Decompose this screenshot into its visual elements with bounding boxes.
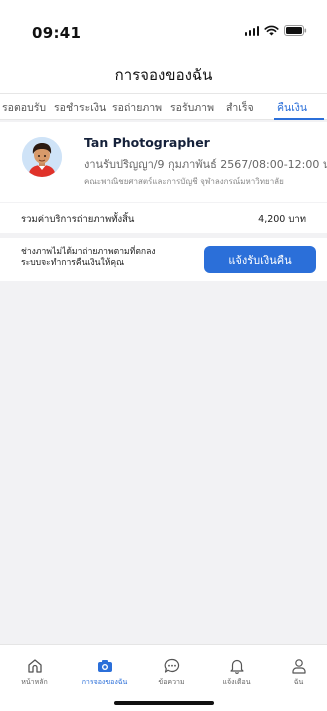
nav-home[interactable]: หน้าหลัก [2,645,67,688]
wifi-icon [264,25,279,36]
cellular-signal-icon [244,25,259,36]
system-icons [244,25,308,36]
refund-notice: ช่างภาพไม่ได้มาถ่ายภาพตามที่ตกลง ระบบจะท… [0,238,327,281]
photographer-avatar [22,137,62,177]
tab-awaiting-photos[interactable]: รอรับภาพ [170,99,214,116]
tab-refund[interactable]: คืนเงิน [277,99,307,116]
refund-message-line2: ระบบจะทำการคืนเงินให้คุณ [21,258,125,268]
booking-card[interactable]: Tan Photographer งานรับปริญญา/9 กุมภาพัน… [0,122,327,202]
tab-completed[interactable]: สำเร็จ [226,99,254,116]
home-icon [27,659,42,673]
screen: 09:41 การจองของฉัน รอตอบรับ รอชำระเงิน ร… [0,0,327,711]
user-icon [291,659,306,674]
nav-my-bookings[interactable]: การจองของฉัน [72,645,137,688]
nav-profile[interactable]: ฉัน [266,645,327,688]
active-tab-indicator [274,118,324,120]
bottom-nav: หน้าหลัก การจองของฉัน ข้อความ แจ้งเตือน … [0,644,327,711]
event-date: งานรับปริญญา/9 กุมภาพันธ์ 2567/08:00-12:… [84,158,327,171]
chat-icon [164,658,179,673]
refund-message: ช่างภาพไม่ได้มาถ่ายภาพตามที่ตกลง ระบบจะท… [21,247,156,269]
total-label: รวมค่าบริการถ่ายภาพทั้งสิ้น [21,214,135,225]
tab-awaiting-payment[interactable]: รอชำระเงิน [54,99,106,116]
nav-my-bookings-label: การจองของฉัน [81,678,128,686]
page-header: การจองของฉัน [0,52,327,93]
photographer-name: Tan Photographer [84,135,210,150]
refund-message-line1: ช่างภาพไม่ได้มาถ่ายภาพตามที่ตกลง [21,247,156,257]
nav-profile-label: ฉัน [293,678,304,686]
nav-notifications[interactable]: แจ้งเตือน [204,645,269,688]
nav-home-label: หน้าหลัก [21,678,48,686]
status-bar: 09:41 [0,0,327,52]
tab-awaiting-acceptance[interactable]: รอตอบรับ [2,99,46,116]
status-time: 09:41 [32,24,82,42]
total-value: 4,200 บาท [258,214,306,225]
request-refund-button[interactable]: แจ้งรับเงินคืน [204,246,316,273]
camera-icon [97,660,112,672]
nav-notifications-label: แจ้งเตือน [222,678,251,686]
nav-messages[interactable]: ข้อความ [139,645,204,688]
event-location: คณะพาณิชยศาสตร์และการบัญชี จุฬาลงกรณ์มหา… [84,177,284,186]
total-row: รวมค่าบริการถ่ายภาพทั้งสิ้น 4,200 บาท [0,203,327,233]
booking-status-tabs: รอตอบรับ รอชำระเงิน รอถ่ายภาพ รอรับภาพ ส… [0,93,327,120]
tab-awaiting-shoot[interactable]: รอถ่ายภาพ [112,99,162,116]
page-title: การจองของฉัน [114,66,213,84]
home-indicator [114,701,214,705]
nav-messages-label: ข้อความ [158,678,185,686]
bell-icon [229,659,244,674]
battery-icon [284,25,307,36]
